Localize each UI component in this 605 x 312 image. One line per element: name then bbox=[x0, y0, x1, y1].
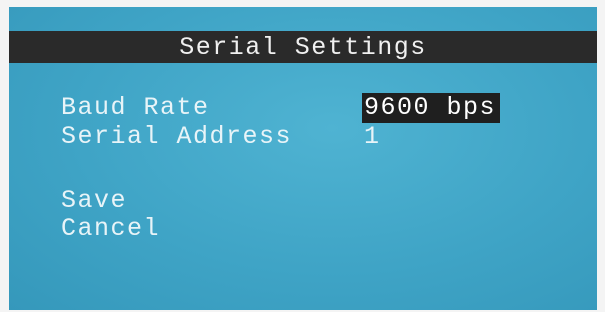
menu-item-baud-rate-label[interactable]: Baud Rate bbox=[61, 95, 210, 120]
menu-item-serial-address-label[interactable]: Serial Address bbox=[61, 124, 292, 149]
save-button[interactable]: Save bbox=[61, 188, 127, 213]
cancel-button[interactable]: Cancel bbox=[61, 216, 160, 241]
title-bar: Serial Settings bbox=[9, 31, 597, 63]
lcd-screen: Serial Settings Baud Rate 9600 bps Seria… bbox=[9, 7, 597, 310]
menu-item-serial-address-value[interactable]: 1 bbox=[364, 124, 381, 149]
page-title: Serial Settings bbox=[179, 32, 427, 62]
menu-item-baud-rate-value[interactable]: 9600 bps bbox=[362, 93, 501, 123]
